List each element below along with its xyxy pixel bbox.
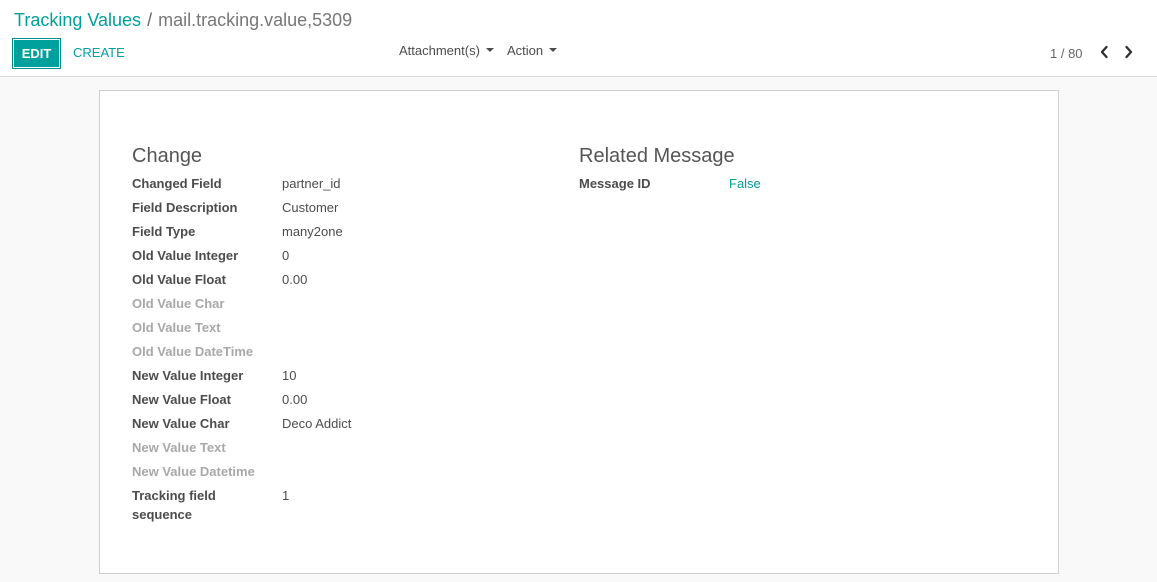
- field-label-field-type: Field Type: [132, 224, 196, 239]
- field-value-changed-field: partner_id: [282, 176, 341, 191]
- field-value-message-id-link[interactable]: False: [729, 174, 761, 193]
- field-label-new-value-text: New Value Text: [132, 440, 226, 455]
- field-label-new-value-float: New Value Float: [132, 392, 231, 407]
- control-panel: Tracking Values / mail.tracking.value,5309…: [0, 0, 1157, 77]
- field-value-new-value-integer: 10: [282, 368, 297, 383]
- pager-previous-button[interactable]: [1096, 44, 1112, 60]
- change-group-title: Change: [132, 145, 203, 167]
- action-dropdown[interactable]: Action: [507, 43, 558, 58]
- breadcrumb-current: mail.tracking.value,5309: [158, 10, 353, 30]
- field-label-old-value-char: Old Value Char: [132, 296, 225, 311]
- pager-value[interactable]: 1 / 80: [1050, 46, 1083, 61]
- field-label-new-value-datetime: New Value Datetime: [132, 464, 255, 479]
- breadcrumb-separator: /: [147, 10, 153, 30]
- breadcrumb: Tracking Values / mail.tracking.value,5309: [14, 9, 352, 31]
- pager-next-button[interactable]: [1121, 44, 1137, 60]
- caret-down-icon: [485, 47, 494, 52]
- related-message-group-title: Related Message: [579, 145, 735, 167]
- chevron-right-icon: [1125, 45, 1133, 59]
- create-button[interactable]: CREATE: [73, 45, 125, 60]
- field-value-field-description: Customer: [282, 200, 339, 215]
- chevron-left-icon: [1100, 45, 1108, 59]
- field-label-field-description: Field Description: [132, 200, 238, 215]
- field-value-old-value-integer: 0: [282, 248, 290, 263]
- field-label-old-value-text: Old Value Text: [132, 320, 221, 335]
- field-label-tracking-field-sequence: Tracking field sequence: [132, 488, 216, 522]
- attachments-dropdown[interactable]: Attachment(s): [399, 43, 494, 58]
- field-value-new-value-char: Deco Addict: [282, 416, 352, 431]
- field-label-old-value-integer: Old Value Integer: [132, 248, 239, 263]
- form-sheet: Change Changed Field partner_id Field De…: [99, 90, 1059, 574]
- edit-button[interactable]: EDIT: [12, 38, 61, 69]
- field-label-message-id: Message ID: [579, 176, 651, 191]
- caret-down-icon: [549, 47, 558, 52]
- field-label-new-value-char: New Value Char: [132, 416, 230, 431]
- field-value-field-type: many2one: [282, 224, 343, 239]
- field-value-old-value-float: 0.00: [282, 272, 308, 287]
- attachments-dropdown-label: Attachment(s): [399, 43, 480, 58]
- action-dropdown-label: Action: [507, 43, 544, 58]
- field-label-old-value-float: Old Value Float: [132, 272, 226, 287]
- field-value-new-value-float: 0.00: [282, 392, 308, 407]
- field-label-old-value-datetime: Old Value DateTime: [132, 344, 254, 359]
- field-label-changed-field: Changed Field: [132, 176, 222, 191]
- field-label-new-value-integer: New Value Integer: [132, 368, 244, 383]
- breadcrumb-parent-link[interactable]: Tracking Values: [14, 10, 141, 30]
- field-value-tracking-field-sequence: 1: [282, 488, 290, 503]
